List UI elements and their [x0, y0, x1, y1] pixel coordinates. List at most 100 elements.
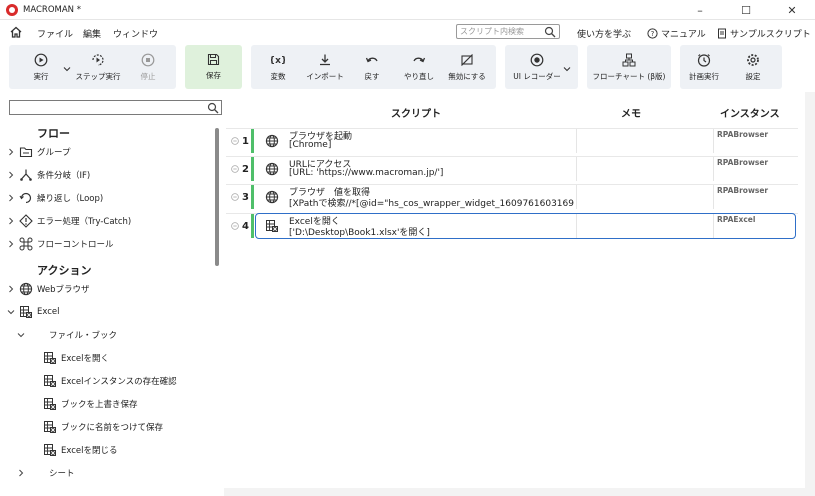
action-search-box: [9, 100, 222, 115]
step-run-label: ステップ実行: [75, 71, 121, 81]
excel-icon: [266, 220, 278, 232]
globe-icon: [19, 282, 33, 296]
chevron-right-icon[interactable]: [7, 171, 15, 179]
folder-icon: [19, 147, 33, 158]
step-number: 3: [242, 192, 249, 203]
search-icon[interactable]: [207, 102, 219, 114]
variables-button[interactable]: {x} 変数: [263, 45, 293, 89]
flowchart-button[interactable]: フローチャート (β版): [587, 45, 671, 89]
ui-recorder-group: UI レコーダー: [505, 45, 578, 89]
edit-group: {x} 変数 インポート 戻す やり直し 無効にする: [251, 45, 496, 89]
excel-icon: [44, 375, 56, 387]
close-button[interactable]: ✕: [769, 0, 815, 20]
chevron-down-icon[interactable]: [7, 308, 15, 316]
tree-item-file-book[interactable]: ファイル・ブック: [0, 324, 214, 346]
enabled-indicator: [251, 157, 254, 181]
enabled-indicator: [251, 129, 254, 153]
import-label: インポート: [306, 71, 344, 81]
loop-icon: [19, 192, 32, 204]
svg-text:?: ?: [651, 30, 655, 38]
memo-cell[interactable]: [576, 157, 714, 181]
disable-button[interactable]: 無効にする: [445, 45, 489, 89]
script-row[interactable]: 2 URLにアクセス [URL: 'https://www.macroman.j…: [226, 156, 798, 181]
tree-item-label: ブックを上書き保存: [61, 400, 138, 410]
tree-item-excel-instance-check[interactable]: Excelインスタンスの存在確認: [0, 370, 214, 392]
tree-item-loop[interactable]: 繰り返し（Loop): [0, 187, 214, 209]
menu-file[interactable]: ファイル: [37, 27, 73, 40]
step-detail: [XPathで検索//*[@id="hs_cos_wrapper_widget_…: [289, 199, 574, 209]
script-row[interactable]: 3 ブラウザ 値を取得 [XPathで検索//*[@id="hs_cos_wra…: [226, 184, 798, 209]
tree-scrollbar[interactable]: [215, 128, 219, 266]
settings-button[interactable]: 設定: [738, 45, 768, 89]
tree-item-label: ファイル・ブック: [49, 331, 118, 341]
manual-label: マニュアル: [661, 30, 706, 40]
tree-item-group[interactable]: グループ: [0, 141, 214, 163]
collapse-icon[interactable]: [231, 137, 239, 145]
menu-edit[interactable]: 編集: [83, 27, 101, 40]
stop-button[interactable]: 停止: [133, 45, 163, 89]
learn-link[interactable]: 使い方を学ぶ: [577, 27, 631, 40]
column-header-instance: インスタンス: [720, 109, 780, 120]
script-row-selected[interactable]: 4 Excelを開く ['D:\Desktop\Book1.xlsx'を開く] …: [226, 213, 798, 239]
script-search-input[interactable]: [457, 25, 541, 38]
script-row[interactable]: 1 ブラウザを起動 [Chrome] RPABrowser: [226, 128, 798, 153]
memo-cell[interactable]: [576, 214, 714, 238]
tree-item-flow-control[interactable]: フローコントロール: [0, 233, 214, 255]
save-group: 保存: [185, 45, 242, 89]
chevron-down-icon[interactable]: [63, 65, 71, 73]
search-icon[interactable]: [544, 26, 556, 38]
tree-item-sheet[interactable]: シート: [0, 462, 214, 484]
tree-item-try-catch[interactable]: エラー処理（Try-Catch): [0, 210, 214, 232]
variables-label: 変数: [270, 71, 286, 81]
chevron-right-icon[interactable]: [7, 194, 15, 202]
tree-item-if[interactable]: 条件分岐（IF): [0, 164, 214, 186]
tree-item-label: エラー処理（Try-Catch): [37, 217, 132, 227]
chevron-right-icon[interactable]: [7, 148, 15, 156]
home-icon[interactable]: [9, 25, 23, 39]
save-button[interactable]: 保存: [185, 45, 242, 89]
ui-recorder-button[interactable]: UI レコーダー: [511, 45, 563, 89]
schedule-label: 計画実行: [689, 71, 719, 81]
chevron-right-icon[interactable]: [17, 469, 25, 477]
tree-item-close-excel[interactable]: Excelを閉じる: [0, 439, 214, 461]
globe-icon: [265, 190, 279, 204]
run-button[interactable]: 実行: [26, 45, 56, 89]
disable-label: 無効にする: [448, 71, 486, 81]
chevron-right-icon[interactable]: [7, 240, 15, 248]
minimize-button[interactable]: –: [677, 0, 723, 20]
chevron-down-icon[interactable]: [563, 65, 571, 73]
tree-item-web-browser[interactable]: Webブラウザ: [0, 278, 214, 300]
manual-link[interactable]: ? マニュアル: [647, 27, 706, 40]
maximize-button[interactable]: ☐: [723, 0, 769, 20]
chevron-right-icon[interactable]: [7, 217, 15, 225]
redo-button[interactable]: やり直し: [399, 45, 439, 89]
collapse-icon[interactable]: [231, 222, 239, 230]
tree-item-excel[interactable]: Excel: [0, 301, 214, 323]
chevron-down-icon[interactable]: [17, 331, 25, 339]
tree-item-label: シート: [49, 469, 75, 479]
tree-item-label: Excelを開く: [61, 354, 110, 364]
undo-button[interactable]: 戻す: [357, 45, 387, 89]
collapse-icon[interactable]: [231, 165, 239, 173]
save-label: 保存: [206, 71, 221, 80]
instance-cell: RPABrowser: [717, 186, 769, 195]
svg-text:{x}: {x}: [271, 56, 285, 66]
step-run-button[interactable]: ステップ実行: [75, 45, 121, 89]
tree-item-open-excel[interactable]: Excelを開く: [0, 347, 214, 369]
schedule-settings-group: 計画実行 設定: [680, 45, 782, 89]
menu-window[interactable]: ウィンドウ: [113, 27, 158, 40]
memo-cell[interactable]: [576, 185, 714, 209]
schedule-button[interactable]: 計画実行: [686, 45, 722, 89]
memo-cell[interactable]: [576, 129, 714, 153]
tree-item-overwrite-save[interactable]: ブックを上書き保存: [0, 393, 214, 415]
excel-icon: [44, 352, 56, 364]
samples-link[interactable]: サンプルスクリプト: [717, 27, 811, 40]
import-button[interactable]: インポート: [303, 45, 347, 89]
chevron-right-icon[interactable]: [7, 285, 15, 293]
menu-bar: ファイル 編集 ウィンドウ 使い方を学ぶ ? マニュアル サンプルスクリプト: [0, 20, 815, 44]
tree-item-save-as[interactable]: ブックに名前をつけて保存: [0, 416, 214, 438]
collapse-icon[interactable]: [231, 193, 239, 201]
enabled-indicator: [251, 214, 254, 238]
import-icon: [320, 54, 330, 65]
action-search-input[interactable]: [10, 101, 200, 114]
